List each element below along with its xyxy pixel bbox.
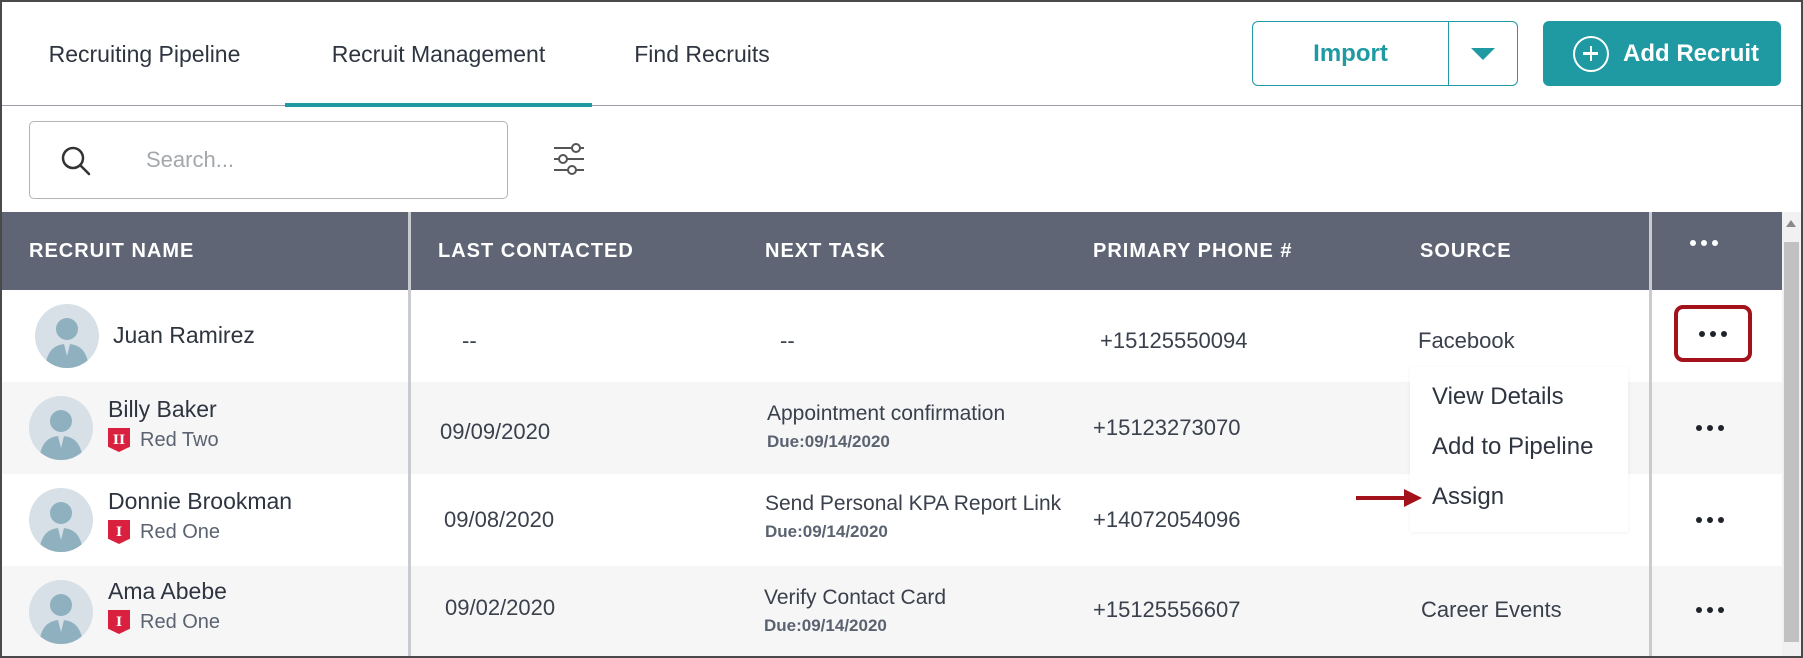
- recruit-name[interactable]: Juan Ramirez: [113, 322, 255, 349]
- dot: [1707, 425, 1713, 431]
- row-actions-button[interactable]: [1696, 607, 1724, 613]
- tab-find-recruits[interactable]: Find Recruits: [612, 2, 792, 106]
- column-options-button[interactable]: [1690, 240, 1718, 246]
- column-header-source[interactable]: SOURCE: [1420, 212, 1512, 290]
- primary-phone: +14072054096: [1093, 507, 1241, 532]
- search-input[interactable]: [146, 140, 476, 180]
- primary-phone: +15125556607: [1093, 597, 1241, 622]
- row-actions-button[interactable]: [1696, 425, 1724, 431]
- task-title: Verify Contact Card: [764, 586, 947, 609]
- table-row[interactable]: Ama Abebe I Red One 09/02/2020 Verify Co…: [2, 566, 1782, 656]
- team-badge-icon: I: [108, 520, 130, 544]
- team-name: Red One: [140, 520, 221, 543]
- column-header-recruit-name[interactable]: RECRUIT NAME: [29, 212, 194, 290]
- primary-phone: +15125550094: [1100, 328, 1248, 353]
- dot: [1701, 240, 1707, 246]
- filter-icon[interactable]: [552, 142, 586, 176]
- dot: [1718, 425, 1724, 431]
- dot: [1712, 240, 1718, 246]
- dot: [1690, 240, 1696, 246]
- row-actions-menu: View Details Add to Pipeline Assign: [1410, 367, 1628, 532]
- app-window: Recruiting Pipeline Recruit Management F…: [0, 0, 1803, 658]
- scroll-up-icon[interactable]: [1786, 220, 1796, 227]
- team-badge-icon: II: [108, 428, 130, 452]
- person-icon: [45, 318, 89, 368]
- team-label: II Red Two: [108, 428, 219, 452]
- recruit-name[interactable]: Ama Abebe: [108, 578, 227, 605]
- dot: [1696, 425, 1702, 431]
- dot: [1721, 330, 1727, 337]
- search-box: [29, 121, 508, 199]
- recruit-name[interactable]: Billy Baker: [108, 396, 217, 423]
- column-divider: [408, 212, 411, 656]
- team-label: I Red One: [108, 520, 220, 544]
- column-divider: [1649, 212, 1652, 656]
- import-button[interactable]: Import: [1253, 22, 1449, 85]
- row-actions-button-active[interactable]: [1674, 305, 1752, 362]
- avatar: [29, 488, 93, 552]
- person-icon: [39, 410, 83, 460]
- search-icon: [61, 146, 91, 176]
- add-recruit-button[interactable]: Add Recruit: [1543, 21, 1781, 86]
- next-task[interactable]: Appointment confirmation Due:09/14/2020: [767, 402, 1005, 452]
- next-task[interactable]: Send Personal KPA Report Link Due:09/14/…: [765, 492, 1061, 542]
- task-due: Due:09/14/2020: [767, 432, 890, 451]
- dot: [1696, 607, 1702, 613]
- column-header-next-task[interactable]: NEXT TASK: [765, 212, 886, 290]
- vertical-scrollbar[interactable]: [1782, 212, 1801, 656]
- dot: [1696, 517, 1702, 523]
- team-label: I Red One: [108, 610, 220, 634]
- task-title: Appointment confirmation: [767, 402, 1006, 425]
- tab-recruiting-pipeline[interactable]: Recruiting Pipeline: [22, 2, 267, 106]
- dot: [1707, 517, 1713, 523]
- dot: [1710, 330, 1716, 337]
- dot: [1707, 607, 1713, 613]
- task-due: Due:09/14/2020: [765, 522, 888, 541]
- team-badge-icon: I: [108, 610, 130, 634]
- last-contacted: 09/02/2020: [445, 595, 556, 620]
- tab-recruit-management[interactable]: Recruit Management: [285, 2, 592, 107]
- last-contacted: 09/08/2020: [444, 507, 555, 532]
- column-header-primary-phone[interactable]: PRIMARY PHONE #: [1093, 212, 1292, 290]
- last-contacted: 09/09/2020: [440, 419, 551, 444]
- table-header: RECRUIT NAME LAST CONTACTED NEXT TASK PR…: [2, 212, 1782, 290]
- task-title: Send Personal KPA Report Link: [765, 492, 1062, 515]
- recruit-name[interactable]: Donnie Brookman: [108, 488, 292, 515]
- row-actions-button[interactable]: [1696, 517, 1724, 523]
- team-name: Red One: [140, 610, 221, 633]
- source: Facebook: [1418, 328, 1515, 353]
- import-split-button: Import: [1252, 21, 1518, 86]
- menu-item-view-details[interactable]: View Details: [1432, 383, 1564, 411]
- dot: [1718, 607, 1724, 613]
- person-icon: [39, 594, 83, 644]
- add-recruit-label: Add Recruit: [1623, 39, 1760, 67]
- caret-down-icon: [1471, 47, 1495, 60]
- top-navigation: Recruiting Pipeline Recruit Management F…: [2, 2, 1801, 107]
- task-due: Due:09/14/2020: [764, 616, 887, 635]
- dot: [1699, 330, 1705, 337]
- scrollbar-thumb[interactable]: [1784, 242, 1799, 642]
- next-task: --: [780, 328, 795, 353]
- plus-circle-icon: [1573, 35, 1609, 72]
- pointer-arrow-icon: [1356, 489, 1422, 507]
- next-task[interactable]: Verify Contact Card Due:09/14/2020: [764, 586, 946, 636]
- team-name: Red Two: [140, 428, 219, 451]
- avatar: [35, 304, 99, 368]
- avatar: [29, 580, 93, 644]
- primary-phone: +15123273070: [1093, 415, 1241, 440]
- source: Career Events: [1421, 597, 1562, 622]
- avatar: [29, 396, 93, 460]
- last-contacted: --: [462, 328, 477, 353]
- person-icon: [39, 502, 83, 552]
- import-dropdown-toggle[interactable]: [1449, 22, 1517, 85]
- menu-item-assign[interactable]: Assign: [1432, 483, 1504, 511]
- column-header-last-contacted[interactable]: LAST CONTACTED: [438, 212, 634, 290]
- dot: [1718, 517, 1724, 523]
- menu-item-add-to-pipeline[interactable]: Add to Pipeline: [1432, 433, 1593, 461]
